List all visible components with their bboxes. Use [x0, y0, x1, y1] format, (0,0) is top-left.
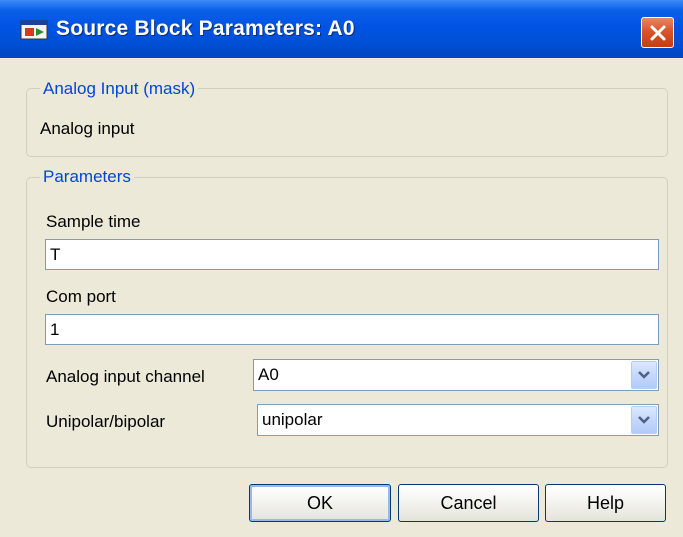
- ok-button[interactable]: OK: [249, 484, 391, 522]
- sample-time-field[interactable]: T: [45, 239, 659, 270]
- help-button[interactable]: Help: [545, 484, 666, 522]
- com-port-field[interactable]: 1: [45, 314, 659, 345]
- analog-input-channel-select[interactable]: A0: [253, 359, 659, 391]
- dialog-title: Source Block Parameters: A0: [56, 17, 355, 40]
- description-group-legend: Analog Input (mask): [40, 79, 199, 99]
- analog-input-channel-label: Analog input channel: [46, 367, 205, 386]
- simulink-block-icon: [20, 20, 48, 40]
- unipolar-bipolar-value: unipolar: [262, 410, 323, 429]
- chevron-down-icon: [638, 416, 650, 424]
- sample-time-label: Sample time: [46, 212, 141, 231]
- chevron-down-icon: [638, 371, 650, 379]
- com-port-label: Com port: [46, 287, 116, 306]
- cancel-button[interactable]: Cancel: [398, 484, 539, 522]
- dialog-window: Source Block Parameters: A0 Analog Input…: [0, 0, 683, 537]
- unipolar-bipolar-select[interactable]: unipolar: [257, 404, 659, 436]
- parameters-group-legend: Parameters: [40, 167, 134, 187]
- close-button[interactable]: [641, 17, 674, 48]
- unipolar-bipolar-label: Unipolar/bipolar: [46, 412, 166, 431]
- description-text: Analog input: [40, 119, 135, 138]
- analog-input-channel-value: A0: [258, 365, 279, 384]
- close-icon: [650, 25, 665, 40]
- title-bar[interactable]: Source Block Parameters: A0: [0, 0, 683, 58]
- analog-input-channel-dropdown-button[interactable]: [631, 361, 657, 389]
- unipolar-bipolar-dropdown-button[interactable]: [631, 406, 657, 434]
